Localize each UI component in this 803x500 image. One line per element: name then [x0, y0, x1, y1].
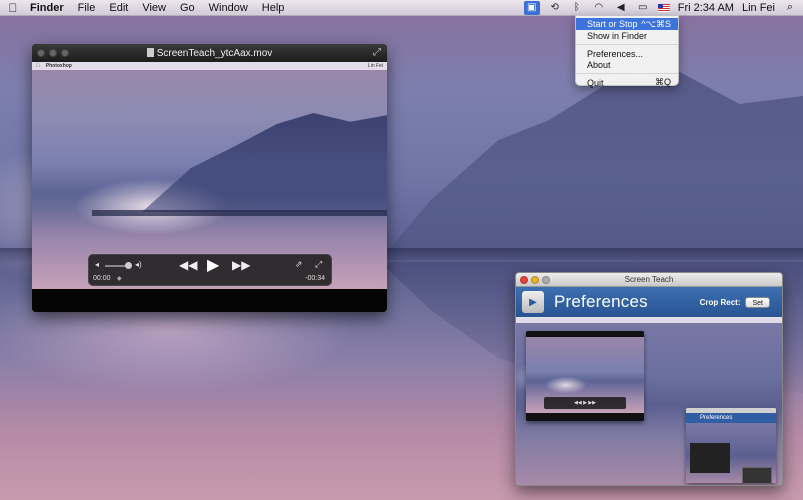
menu-user-name[interactable]: Lin Fei — [742, 2, 775, 14]
menu-item-label: Show in Finder — [587, 30, 648, 41]
window-title: Screen Teach — [624, 275, 674, 284]
preferences-heading: Preferences — [554, 292, 648, 311]
movie-file-icon — [146, 47, 154, 57]
volume-high-icon: ◂) — [135, 260, 142, 269]
scrubber-playhead[interactable]: ◆ — [117, 275, 122, 282]
bluetooth-icon[interactable]: ᛒ — [570, 2, 584, 14]
menu-item-show-in-finder[interactable]: Show in Finder — [576, 30, 678, 41]
apple-logo-icon:  — [36, 63, 40, 69]
menu-separator — [576, 44, 678, 45]
preview-nested-player — [690, 443, 730, 473]
crop-rect-label: Crop Rect: — [699, 297, 741, 307]
menu-clock[interactable]: Fri 2:34 AM — [678, 2, 734, 14]
menu-item-about[interactable]: About — [576, 59, 678, 70]
video-menubar-user: Lin Fei — [367, 63, 383, 69]
player-title: ScreenTeach_ytcAax.mov — [32, 47, 387, 59]
battery-icon[interactable]: ▭ — [636, 2, 650, 14]
rewind-button[interactable]: ◀◀ — [179, 258, 197, 272]
volume-slider-knob[interactable] — [125, 262, 132, 269]
player-titlebar[interactable]: ScreenTeach_ytcAax.mov ⤢ — [32, 44, 387, 62]
preferences-toolbar: ▶ Preferences Crop Rect: Set — [516, 287, 782, 317]
menu-help[interactable]: Help — [255, 2, 292, 14]
menu-item-shortcut: ^⌥⌘S — [641, 18, 671, 29]
video-mountain — [142, 113, 387, 212]
play-button[interactable]: ▶ — [207, 255, 219, 275]
input-source-flag-icon[interactable] — [657, 3, 670, 12]
menu-item-label: Preferences... — [587, 48, 644, 59]
screen-teach-titlebar[interactable]: Screen Teach — [516, 273, 782, 287]
menu-window[interactable]: Window — [202, 2, 255, 14]
video-recorded-menubar:  Photoshop Lin Fei — [32, 62, 387, 70]
menu-go[interactable]: Go — [173, 2, 202, 14]
fullscreen-icon[interactable]: ⤢ — [373, 47, 381, 58]
menu-app-name[interactable]: Finder — [26, 2, 71, 14]
screen-teach-icon[interactable]: ▣ — [523, 0, 540, 15]
menu-edit[interactable]: Edit — [102, 2, 135, 14]
menu-extras: ▣ ⟲ ᛒ ◠ ◀ ▭ Fri 2:34 AM Lin Fei ⌕ — [520, 0, 803, 16]
wallpaper-mountain — [380, 70, 803, 260]
preview-preferences-window: Preferences — [686, 408, 776, 483]
remaining-time: -00:34 — [305, 275, 325, 282]
video-shoreline — [92, 210, 387, 216]
menu-file[interactable]: File — [71, 2, 103, 14]
player-title-text: ScreenTeach_ytcAax.mov — [156, 47, 273, 59]
menu-item-preferences[interactable]: Preferences... — [576, 48, 678, 59]
screen-preview: ◀◀ ▶ ▶▶ Preferences — [516, 318, 782, 485]
video-letterbox — [32, 289, 387, 312]
screen-teach-window: Screen Teach ▶ Preferences Crop Rect: Se… — [515, 272, 783, 486]
menu-item-start-stop[interactable]: Start or Stop ^⌥⌘S — [576, 18, 678, 30]
menu-item-quit[interactable]: Quit ⌘Q — [576, 77, 678, 88]
wifi-icon[interactable]: ◠ — [592, 2, 606, 14]
menu-item-label: About — [587, 59, 611, 70]
screen-teach-app-icon: ▶ — [522, 291, 544, 313]
preview-nested-screen — [686, 423, 776, 483]
menu-item-label: Start or Stop — [587, 19, 638, 29]
expand-icon[interactable]: ⤢ — [315, 259, 322, 270]
menu-item-shortcut: ⌘Q — [654, 77, 671, 87]
current-time: 00:00 — [93, 275, 111, 282]
preview-menubar — [516, 318, 782, 323]
menu-view[interactable]: View — [135, 2, 173, 14]
apple-menu-icon[interactable]:  — [0, 1, 26, 15]
volume-icon[interactable]: ◀ — [614, 2, 628, 14]
preview-nested-window — [742, 467, 772, 483]
fast-forward-button[interactable]: ▶▶ — [232, 258, 250, 272]
set-crop-button[interactable]: Set — [745, 296, 770, 308]
screen-teach-menu: Start or Stop ^⌥⌘S Show in Finder Prefer… — [575, 15, 679, 88]
video-menubar-app: Photoshop — [42, 63, 72, 69]
preview-playback-controls: ◀◀ ▶ ▶▶ — [544, 397, 626, 409]
preview-player-window: ◀◀ ▶ ▶▶ — [526, 331, 644, 421]
share-icon[interactable]: ⇗ — [295, 259, 303, 270]
volume-low-icon: ◂ — [95, 260, 100, 269]
time-machine-icon[interactable]: ⟲ — [548, 2, 562, 14]
spotlight-search-icon[interactable]: ⌕ — [783, 1, 797, 14]
menu-item-label: Quit — [587, 77, 604, 88]
preview-preferences-heading: Preferences — [686, 413, 776, 423]
menu-bar:  Finder File Edit View Go Window Help ▣… — [0, 0, 803, 16]
menu-separator — [576, 73, 678, 74]
video-player-window: ScreenTeach_ytcAax.mov ⤢  Photoshop Lin… — [32, 44, 387, 312]
playback-controls: ◂ ◂) ◀◀ ▶ ▶▶ ⇗ ⤢ 00:00 ◆ -00:34 — [88, 254, 332, 286]
